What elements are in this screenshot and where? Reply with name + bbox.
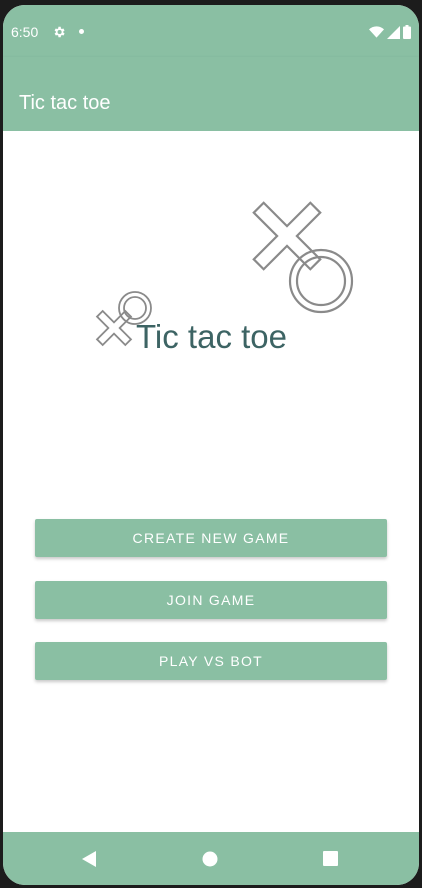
signal-icon [387, 25, 400, 39]
wifi-icon [369, 26, 384, 38]
status-time: 6:50 [11, 24, 39, 40]
notification-dot-icon [79, 29, 84, 34]
navigation-bar [3, 832, 419, 885]
play-vs-bot-button[interactable]: PLAY VS BOT [35, 642, 387, 680]
battery-icon [403, 25, 411, 39]
logo-title-text: Tic tac toe [136, 318, 287, 355]
create-new-game-button[interactable]: CREATE NEW GAME [35, 519, 387, 557]
small-x-icon [95, 309, 133, 347]
back-icon [82, 850, 96, 867]
status-bar: 6:50 [3, 5, 419, 57]
home-icon [202, 851, 218, 866]
status-icons [369, 24, 411, 40]
app-title: Tic tac toe [19, 92, 111, 114]
recents-icon [322, 851, 338, 866]
large-x-icon [252, 201, 322, 271]
gear-icon [54, 26, 65, 38]
app-bar: Tic tac toe [3, 57, 419, 131]
back-button[interactable] [59, 832, 119, 885]
main-content: Tic tac toe CREATE NEW GAME JOIN GAME PL… [3, 131, 419, 832]
recents-button[interactable] [300, 832, 360, 885]
phone-screen: 6:50 Tic tac toe Tic tac toe CREATE NEW … [3, 5, 419, 885]
join-game-button[interactable]: JOIN GAME [35, 581, 387, 619]
home-button[interactable] [180, 832, 240, 885]
